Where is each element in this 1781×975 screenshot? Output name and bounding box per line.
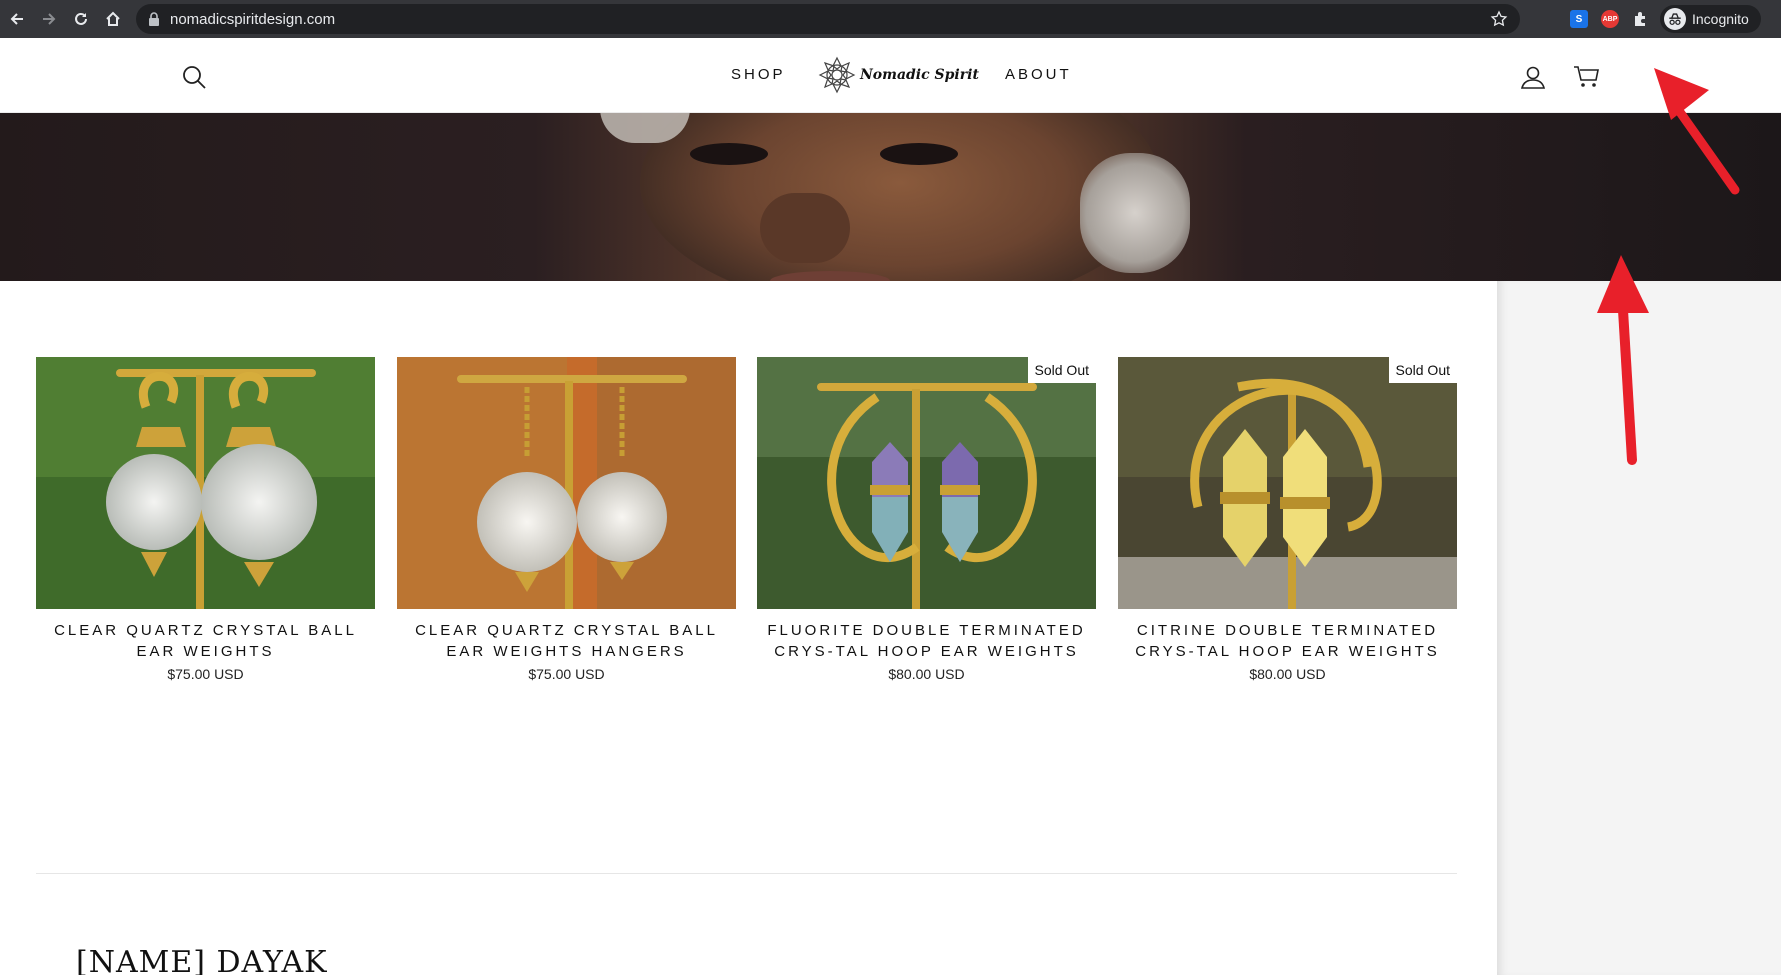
product-image[interactable]: Sold Out	[1118, 357, 1457, 609]
site-logo[interactable]: Nomadic Spirit	[818, 56, 979, 94]
search-icon[interactable]	[181, 64, 207, 90]
product-card[interactable]: Sold Out CITRINE DOUBLE TERMINATED CRYS-…	[1118, 357, 1457, 682]
annotation-arrow-icon	[1597, 255, 1649, 465]
sold-out-badge: Sold Out	[1388, 357, 1457, 383]
incognito-label: Incognito	[1692, 11, 1749, 27]
incognito-profile-button[interactable]: Incognito	[1660, 5, 1761, 33]
product-image[interactable]	[397, 357, 736, 609]
product-image[interactable]	[36, 357, 375, 609]
hero-hair-right	[1080, 153, 1190, 273]
extension-s-icon[interactable]: S	[1570, 10, 1588, 28]
product-card[interactable]: CLEAR QUARTZ CRYSTAL BALL EAR WEIGHTS $7…	[36, 357, 375, 682]
adblock-extension-icon[interactable]: ABP	[1601, 10, 1619, 28]
forward-icon[interactable]	[36, 6, 62, 32]
account-icon[interactable]	[1520, 64, 1546, 90]
reload-icon[interactable]	[68, 6, 94, 32]
site-header: SHOP Nomadic Spirit ABOUT	[0, 38, 1781, 113]
product-card[interactable]: CLEAR QUARTZ CRYSTAL BALL EAR WEIGHTS HA…	[397, 357, 736, 682]
browser-toolbar: nomadicspiritdesign.com S ABP Incognito	[0, 0, 1781, 38]
product-price: $75.00 USD	[167, 666, 244, 682]
section-divider	[36, 873, 1457, 874]
product-price: $75.00 USD	[528, 666, 605, 682]
product-title[interactable]: CITRINE DOUBLE TERMINATED CRYS-TAL HOOP …	[1118, 620, 1457, 662]
product-image[interactable]: Sold Out	[757, 357, 1096, 609]
nav-shop-link[interactable]: SHOP	[731, 66, 786, 83]
extensions-puzzle-icon[interactable]	[1632, 10, 1650, 28]
address-url[interactable]: nomadicspiritdesign.com	[170, 11, 335, 28]
hero-banner-image	[0, 113, 1781, 281]
sold-out-badge: Sold Out	[1027, 357, 1096, 383]
hero-eye-left	[690, 143, 768, 165]
logo-text: Nomadic Spirit	[860, 67, 979, 83]
home-icon[interactable]	[100, 6, 126, 32]
product-title[interactable]: CLEAR QUARTZ CRYSTAL BALL EAR WEIGHTS	[36, 620, 375, 662]
product-price: $80.00 USD	[1249, 666, 1326, 682]
mandala-logo-icon	[818, 56, 856, 94]
lock-icon	[149, 12, 159, 26]
product-title[interactable]: FLUORITE DOUBLE TERMINATED CRYS-TAL HOOP…	[757, 620, 1096, 662]
bookmark-star-icon[interactable]	[1490, 10, 1508, 28]
hero-nose	[760, 193, 850, 263]
product-price: $80.00 USD	[888, 666, 965, 682]
section-heading: [NAME] DAYAK	[76, 945, 328, 975]
hero-eye-right	[880, 143, 958, 165]
product-card[interactable]: Sold Out FLUORITE DOUBLE TERMINATED CRYS…	[757, 357, 1096, 682]
incognito-icon	[1664, 8, 1686, 30]
cart-icon[interactable]	[1572, 62, 1600, 90]
address-bar[interactable]: nomadicspiritdesign.com	[136, 4, 1520, 34]
nav-about-link[interactable]: ABOUT	[1005, 66, 1072, 83]
product-title[interactable]: CLEAR QUARTZ CRYSTAL BALL EAR WEIGHTS HA…	[397, 620, 736, 662]
back-icon[interactable]	[4, 6, 30, 32]
annotation-arrow-icon	[1654, 68, 1740, 195]
